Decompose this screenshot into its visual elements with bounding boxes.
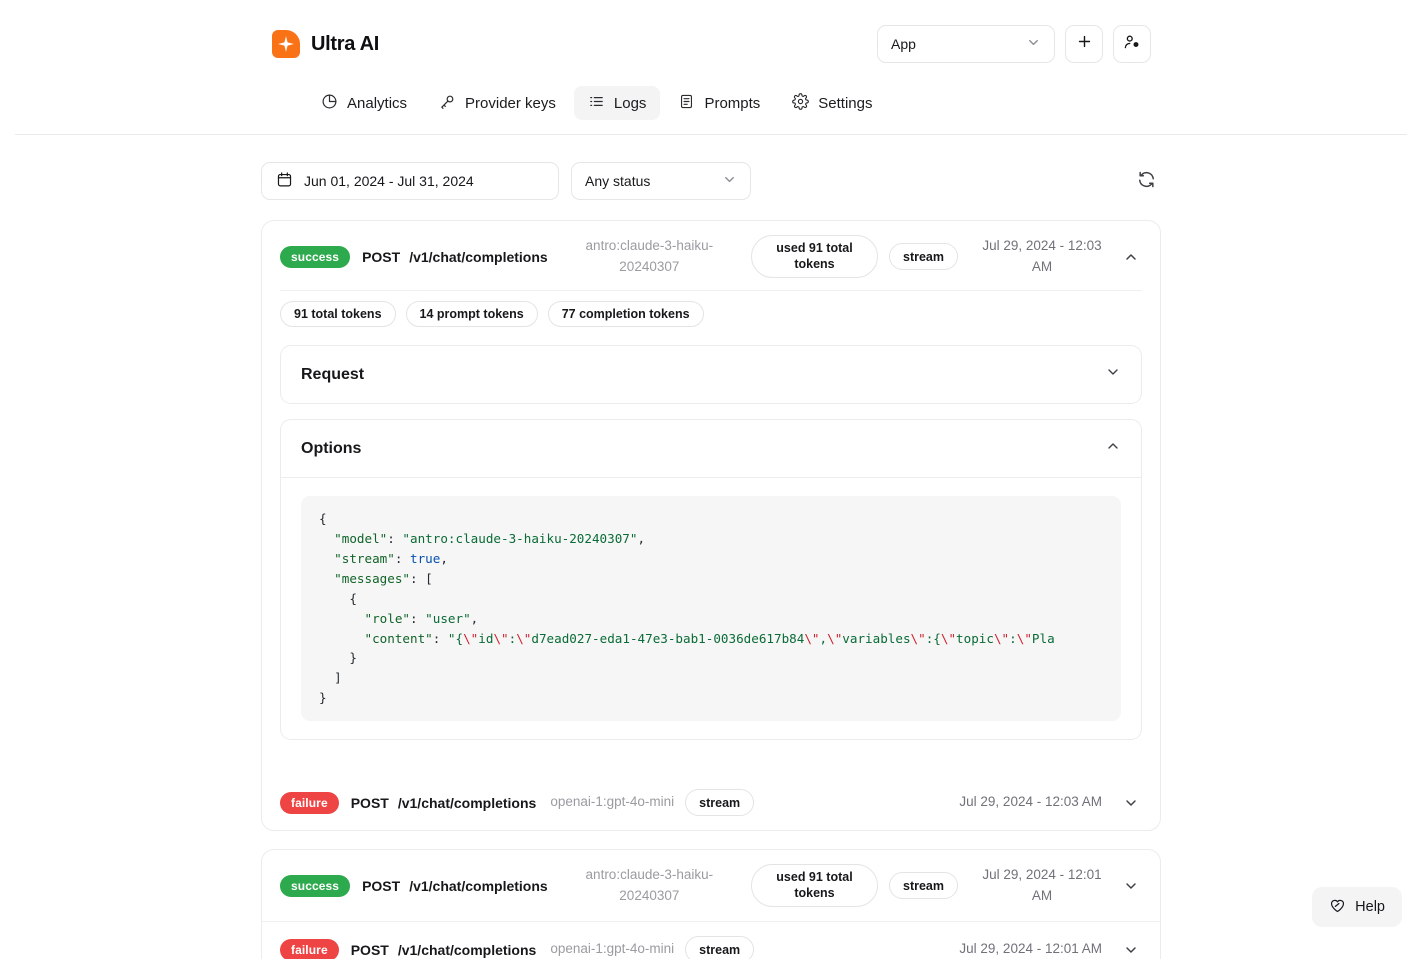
stream-pill: stream	[889, 243, 958, 271]
log-path: /v1/chat/completions	[409, 877, 548, 894]
log-row[interactable]: success POST /v1/chat/completions antro:…	[262, 221, 1160, 292]
status-filter-value: Any status	[585, 173, 651, 189]
user-settings-icon	[1123, 33, 1141, 56]
log-detail-panel: 91 total tokens 14 prompt tokens 77 comp…	[262, 290, 1160, 775]
date-range-value: Jun 01, 2024 - Jul 31, 2024	[304, 173, 474, 189]
heart-help-icon	[1329, 897, 1346, 918]
list-icon	[588, 93, 605, 114]
log-model: antro:claude-3-haiku-20240307	[548, 236, 751, 278]
log-method: POST	[362, 248, 401, 265]
tab-analytics-label: Analytics	[347, 94, 408, 112]
tab-analytics[interactable]: Analytics	[307, 86, 421, 120]
app-header: Ultra AI App Analytics Provider keys Log…	[15, 0, 1407, 135]
request-section-title: Request	[301, 365, 365, 383]
main-content: Jun 01, 2024 - Jul 31, 2024 Any status s…	[0, 135, 1422, 959]
help-button[interactable]: Help	[1312, 887, 1402, 927]
log-path: /v1/chat/completions	[397, 941, 537, 958]
status-badge: failure	[280, 791, 339, 814]
app-select[interactable]: App	[877, 25, 1055, 63]
add-button[interactable]	[1065, 25, 1103, 63]
log-model: openai-1:gpt-4o-mini	[550, 794, 675, 810]
log-model: openai-1:gpt-4o-mini	[550, 941, 675, 957]
stream-pill: stream	[685, 789, 755, 817]
date-range-picker[interactable]: Jun 01, 2024 - Jul 31, 2024	[261, 162, 559, 200]
total-tokens-pill: used 91 total tokens	[751, 235, 878, 279]
chevron-down-icon[interactable]	[1120, 942, 1142, 958]
logs-page: Jun 01, 2024 - Jul 31, 2024 Any status s…	[261, 135, 1161, 959]
token-pill-group: 91 total tokens 14 prompt tokens 77 comp…	[280, 290, 1142, 345]
brand-name: Ultra AI	[311, 32, 379, 55]
log-row[interactable]: success POST /v1/chat/completions antro:…	[262, 850, 1160, 921]
request-section: Request	[280, 345, 1142, 405]
token-pill: 77 completion tokens	[547, 301, 704, 328]
tab-prompts[interactable]: Prompts	[664, 86, 774, 120]
status-badge: success	[280, 874, 351, 897]
chevron-down-icon[interactable]	[1120, 795, 1142, 811]
log-timestamp: Jul 29, 2024 - 12:01 AM	[982, 866, 1102, 903]
document-icon	[678, 93, 695, 114]
options-json-code: { "model": "antro:claude-3-haiku-2024030…	[301, 496, 1121, 722]
log-method: POST	[350, 941, 389, 958]
log-method: POST	[350, 794, 389, 811]
log-row[interactable]: failure POST /v1/chat/completions openai…	[262, 921, 1160, 959]
token-pill: 91 total tokens	[280, 301, 396, 328]
gear-icon	[792, 92, 810, 114]
log-method: POST	[362, 877, 401, 894]
header-actions: App	[877, 25, 1151, 63]
log-card: success POST /v1/chat/completions antro:…	[261, 849, 1161, 959]
refresh-button[interactable]	[1131, 166, 1161, 196]
brand[interactable]: Ultra AI	[272, 30, 379, 58]
chevron-down-icon	[1026, 35, 1041, 53]
options-section: Options { "model": "antro:claude-3-haiku…	[280, 419, 1142, 741]
stream-pill: stream	[889, 872, 958, 900]
log-path: /v1/chat/completions	[409, 248, 548, 265]
log-model-text: antro:claude-3-haiku-20240307	[585, 866, 714, 903]
calendar-icon	[276, 171, 293, 191]
account-button[interactable]	[1113, 25, 1151, 63]
total-tokens-pill: used 91 total tokens	[751, 864, 878, 908]
tab-provider-keys-label: Provider keys	[465, 94, 556, 112]
tab-provider-keys[interactable]: Provider keys	[425, 86, 570, 120]
key-icon	[439, 93, 456, 114]
log-timestamp: Jul 29, 2024 - 12:03 AM	[959, 794, 1102, 810]
logs-toolbar: Jun 01, 2024 - Jul 31, 2024 Any status	[261, 162, 1161, 200]
tab-settings-label: Settings	[818, 94, 873, 112]
chevron-down-icon[interactable]	[1120, 878, 1142, 894]
log-row[interactable]: failure POST /v1/chat/completions openai…	[262, 775, 1160, 830]
header-top-bar: Ultra AI App	[55, 16, 1367, 72]
token-pill: 14 prompt tokens	[405, 301, 538, 328]
log-timestamp: Jul 29, 2024 - 12:03 AM	[982, 237, 1102, 274]
log-model: antro:claude-3-haiku-20240307	[548, 865, 751, 907]
tab-logs-label: Logs	[613, 94, 647, 112]
plus-icon	[1076, 33, 1093, 55]
chevron-up-icon[interactable]	[1105, 438, 1121, 459]
log-path: /v1/chat/completions	[397, 794, 537, 811]
log-card: success POST /v1/chat/completions antro:…	[261, 220, 1161, 832]
refresh-icon	[1137, 170, 1156, 192]
app-select-value: App	[891, 36, 916, 52]
status-badge: failure	[280, 938, 339, 959]
chevron-up-icon[interactable]	[1120, 249, 1142, 265]
status-filter-select[interactable]: Any status	[571, 162, 751, 200]
chevron-down-icon[interactable]	[1105, 364, 1121, 385]
tab-logs[interactable]: Logs	[573, 86, 661, 120]
log-model-text: antro:claude-3-haiku-20240307	[585, 237, 714, 274]
chevron-down-icon	[722, 172, 737, 190]
options-section-title: Options	[301, 439, 362, 457]
sparkle-icon	[272, 30, 300, 58]
help-label: Help	[1355, 899, 1385, 915]
log-timestamp: Jul 29, 2024 - 12:01 AM	[959, 941, 1102, 957]
options-section-header[interactable]: Options	[281, 420, 1141, 477]
request-section-header[interactable]: Request	[281, 346, 1141, 403]
main-nav: Analytics Provider keys Logs Prompts Set	[55, 72, 1367, 134]
status-badge: success	[280, 245, 351, 268]
stream-pill: stream	[685, 936, 755, 959]
options-section-body: { "model": "antro:claude-3-haiku-2024030…	[281, 477, 1141, 739]
tab-settings[interactable]: Settings	[778, 86, 886, 120]
pie-chart-icon	[321, 93, 338, 114]
tab-prompts-label: Prompts	[704, 94, 761, 112]
